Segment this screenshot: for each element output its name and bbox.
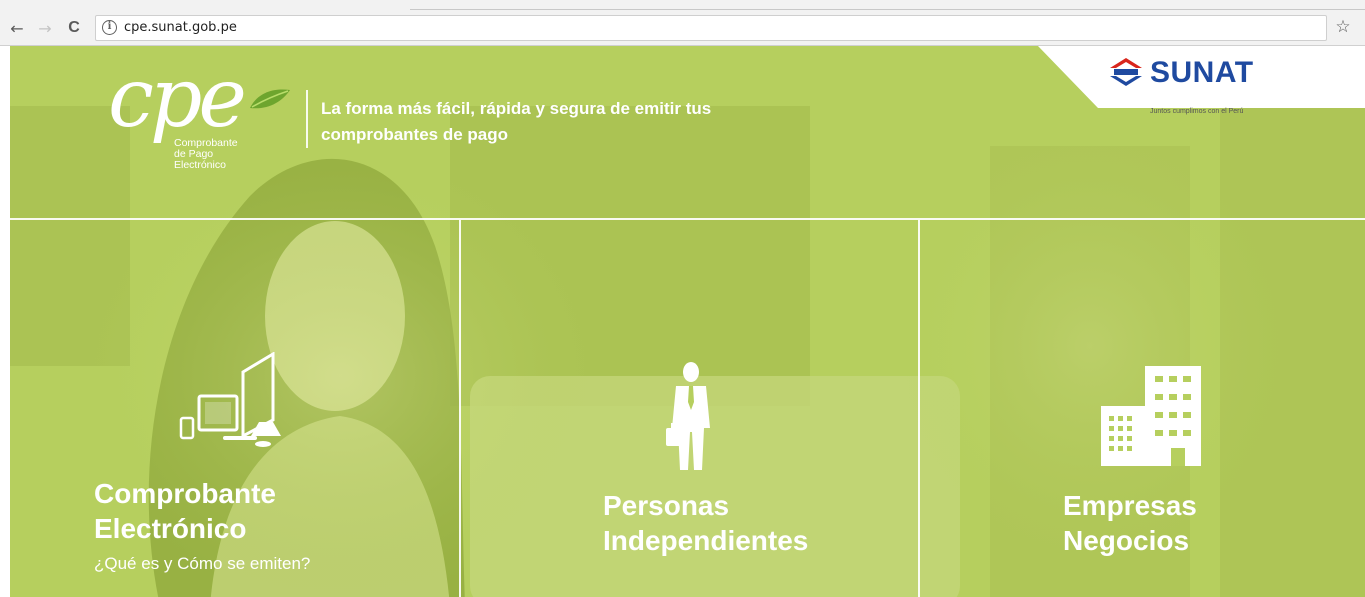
sunat-logo-text[interactable]: SUNAT: [1150, 56, 1254, 90]
tab-strip: [0, 0, 1365, 10]
sunat-slogan: Juntos cumplimos con el Perú: [1150, 108, 1244, 115]
sunat-mark-icon[interactable]: [1106, 56, 1148, 88]
forward-button[interactable]: →: [34, 17, 56, 39]
logo-divider: [306, 90, 308, 148]
url-text[interactable]: cpe.sunat.gob.pe: [124, 20, 237, 35]
back-button[interactable]: ←: [6, 17, 28, 39]
cpe-logo[interactable]: cpe Comprobante de Pago Electrónico: [108, 58, 290, 188]
back-arrow-icon: ←: [10, 18, 24, 38]
card-title: Comprobante Electrónico: [94, 478, 276, 544]
header-separator: [10, 218, 1365, 220]
cpe-landing-page: cpe Comprobante de Pago Electrónico La f…: [10, 46, 1365, 597]
browser-toolbar: ← → C i cpe.sunat.gob.pe ☆: [0, 10, 1365, 46]
businessman-icon: [666, 362, 710, 470]
reload-icon: C: [68, 19, 80, 36]
building-icon: [1101, 366, 1201, 466]
card-title: Empresas Negocios: [1063, 490, 1197, 556]
header-tagline: La forma más fácil, rápida y segura de e…: [321, 99, 712, 144]
card-subtitle: ¿Qué es y Cómo se emiten?: [94, 554, 311, 573]
leaf-icon: [250, 89, 290, 109]
address-bar[interactable]: i cpe.sunat.gob.pe: [95, 15, 1327, 41]
card-separator-1: [459, 220, 461, 597]
devices-icon: [179, 352, 281, 447]
card-title: Personas Independientes: [603, 490, 809, 556]
bookmark-star-icon[interactable]: ☆: [1333, 17, 1353, 37]
forward-arrow-icon: →: [38, 18, 52, 38]
reload-button[interactable]: C: [63, 17, 85, 39]
cpe-logo-text: cpe: [108, 51, 247, 146]
cpe-logo-subtitle: Comprobante de Pago Electrónico: [174, 137, 238, 171]
card-separator-2: [918, 220, 920, 597]
site-info-icon[interactable]: i: [102, 20, 117, 35]
